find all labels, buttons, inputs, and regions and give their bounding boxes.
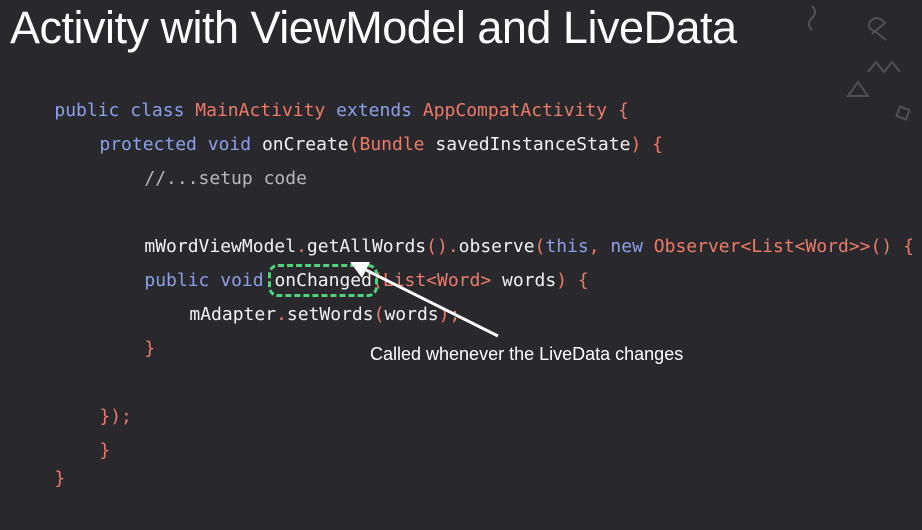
arrow-shaft xyxy=(361,266,499,338)
callout-arrow xyxy=(350,262,499,338)
callout-text: Called whenever the LiveData changes xyxy=(370,344,684,364)
